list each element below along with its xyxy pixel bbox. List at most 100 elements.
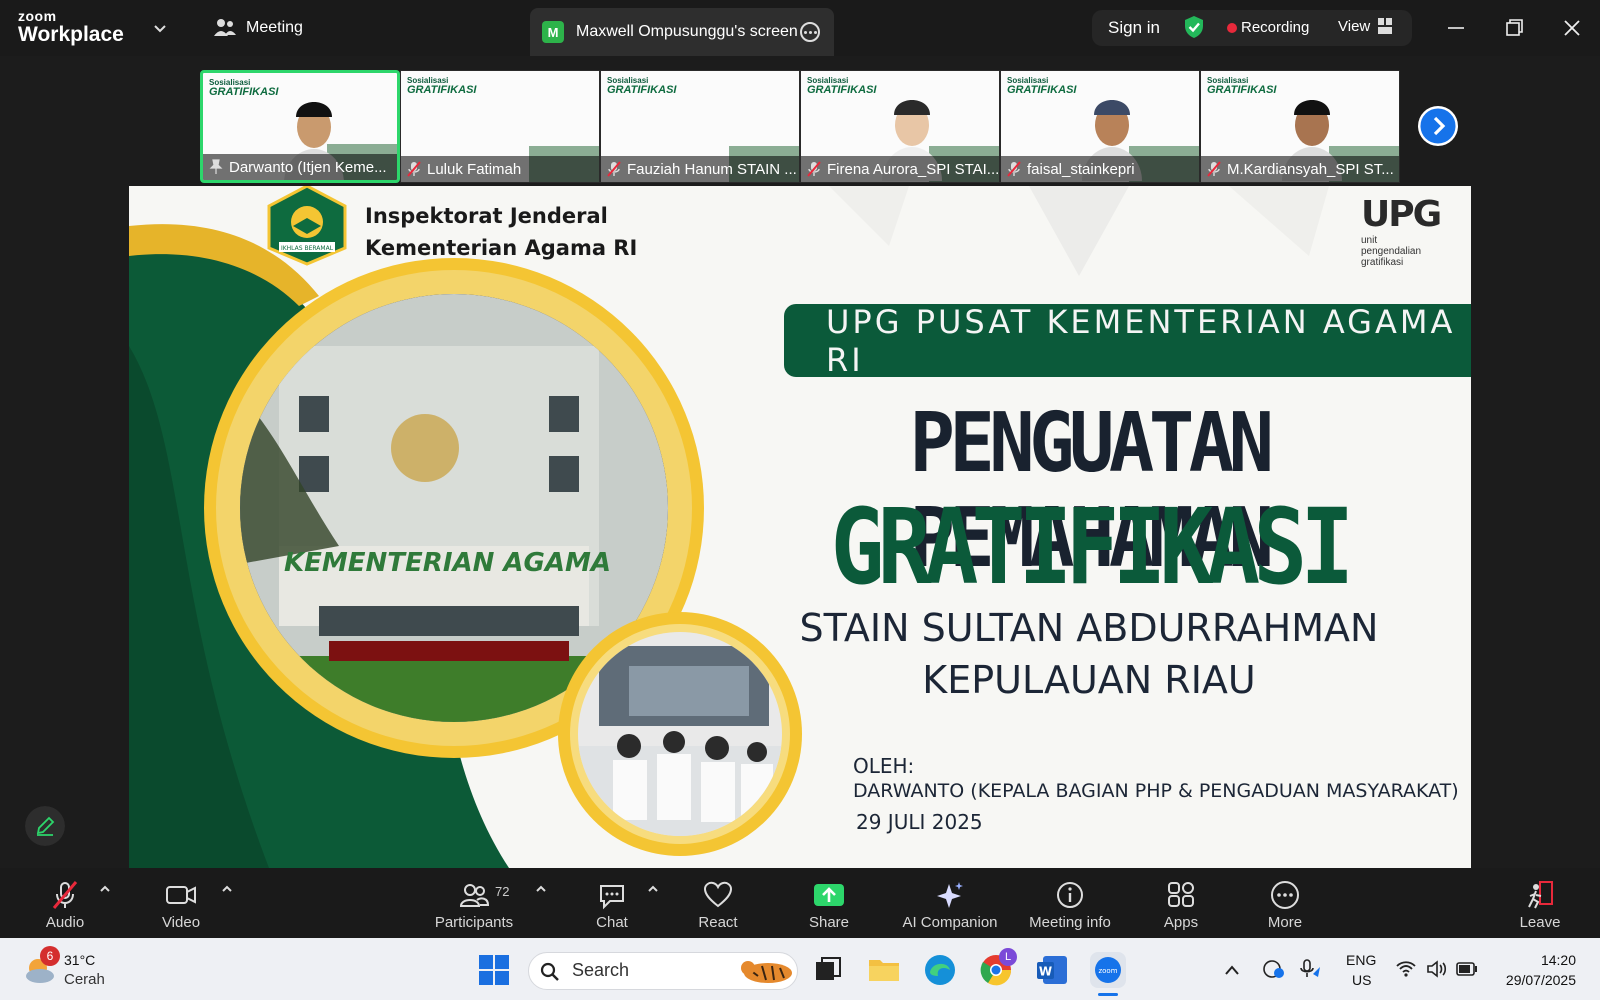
title-bar: zoom Workplace Meeting M Maxwell Ompusun… <box>0 0 1600 56</box>
chevron-down-icon[interactable] <box>152 20 168 36</box>
next-page-icon[interactable] <box>1418 106 1458 146</box>
chrome-profile-badge: L <box>999 948 1017 966</box>
windows-taskbar: 6 31°C Cerah Search L W zoom ENG US 14:2… <box>0 938 1600 1000</box>
info-icon <box>1057 882 1083 908</box>
participant-thumbnail[interactable]: Sosialisasi GRATIFIKASI M.Kardiansyah_SPI … <box>1200 70 1400 183</box>
meeting-info-button[interactable]: Meeting info <box>1024 868 1116 938</box>
upg-logo-line1: unit <box>1361 235 1378 246</box>
thumbnail-slide-title-big: GRATIFIKASI <box>407 84 477 96</box>
tab-meeting-label: Meeting <box>246 19 303 36</box>
apps-label: Apps <box>1163 914 1199 931</box>
participant-name-bar: M.Kardiansyah_SPI ST... <box>1201 156 1399 182</box>
video-camera-icon <box>166 886 196 904</box>
participant-thumbnail[interactable]: Sosialisasi GRATIFIKASI Fauziah Hanum STAI… <box>600 70 800 183</box>
apps-button[interactable]: Apps <box>1157 868 1205 938</box>
participant-name: Luluk Fatimah <box>427 160 522 178</box>
audio-options-chevron-icon[interactable] <box>98 882 112 896</box>
participant-thumbnail[interactable]: Sosialisasi GRATIFIKASI Luluk Fatimah <box>400 70 600 183</box>
participant-thumbnail[interactable]: Sosialisasi GRATIFIKASI Firena Aurora_SPI … <box>800 70 1000 183</box>
wifi-icon[interactable] <box>1396 960 1416 978</box>
audio-button[interactable]: Audio <box>40 868 90 938</box>
task-view-icon[interactable] <box>810 952 846 988</box>
more-button[interactable]: More <box>1260 868 1310 938</box>
share-screen-icon <box>814 884 844 906</box>
windows-start-icon[interactable] <box>478 954 510 986</box>
mic-muted-icon <box>407 161 421 177</box>
network-security-icon[interactable] <box>1262 958 1286 980</box>
org-name-line1: Inspektorat Jenderal <box>365 204 608 228</box>
participant-thumbnail[interactable]: Sosialisasi GRATIFIKASI faisal_stainkepri <box>1000 70 1200 183</box>
upg-logo: UPG unit pengendalian gratifikasi <box>1361 194 1442 268</box>
chat-button[interactable]: Chat <box>588 868 636 938</box>
shield-check-icon[interactable] <box>1184 15 1204 39</box>
participants-button[interactable]: Participants <box>432 868 516 938</box>
react-button[interactable]: React <box>694 868 742 938</box>
tab-meeting[interactable]: Meeting <box>214 18 303 38</box>
microphone-in-use-icon[interactable] <box>1298 958 1322 980</box>
more-dots-icon <box>1271 881 1299 909</box>
close-icon[interactable] <box>1558 14 1586 42</box>
leave-button[interactable]: Leave <box>1516 868 1564 938</box>
file-explorer-icon[interactable] <box>866 952 902 988</box>
battery-icon[interactable] <box>1456 962 1478 976</box>
tab-shared-screen-label: Maxwell Ompusunggu's screen <box>576 23 798 40</box>
heart-icon <box>703 881 733 908</box>
slide-subtitle-line1: STAIN SULTAN ABDURRAHMAN <box>799 606 1379 650</box>
thumbnail-slide-title-big: GRATIFIKASI <box>807 84 877 96</box>
input-language[interactable]: ENG <box>1346 952 1376 968</box>
participants-options-chevron-icon[interactable] <box>534 882 548 896</box>
participant-thumbnail[interactable]: Sosialisasi GRATIFIKASI Darwanto (Itjen Ke… <box>200 70 400 183</box>
participants-icon <box>459 884 489 907</box>
slide-title-line2: GRATIFIKASI <box>830 486 1355 608</box>
sparkle-icon <box>937 882 963 908</box>
recording-dot-icon <box>1227 23 1237 33</box>
slide-banner: UPG PUSAT KEMENTERIAN AGAMA RI <box>784 303 1471 379</box>
annotate-pencil-icon[interactable] <box>25 806 65 846</box>
video-options-chevron-icon[interactable] <box>220 882 234 896</box>
ai-companion-button[interactable]: AI Companion <box>898 868 1002 938</box>
share-label: Share <box>808 914 850 931</box>
view-button[interactable]: View <box>1338 18 1370 35</box>
thumbnail-slide-title: Sosialisasi GRATIFIKASI <box>1007 77 1076 96</box>
word-app-icon[interactable]: W <box>1034 952 1070 988</box>
grid-view-icon[interactable] <box>1378 18 1392 34</box>
ai-companion-label: AI Companion <box>902 914 998 931</box>
upg-logo-line2: pengendalian <box>1361 246 1422 257</box>
tray-overflow-chevron-icon[interactable] <box>1224 964 1240 976</box>
mic-muted-icon <box>1207 161 1221 177</box>
participant-name-bar: Fauziah Hanum STAIN ... <box>601 156 799 182</box>
restore-icon[interactable] <box>1500 14 1528 42</box>
chat-options-chevron-icon[interactable] <box>646 882 660 896</box>
sign-in-button[interactable]: Sign in <box>1108 18 1160 38</box>
share-button[interactable]: Share <box>803 868 855 938</box>
tab-shared-screen[interactable]: M Maxwell Ompusunggu's screen <box>530 8 834 56</box>
recording-indicator[interactable]: Recording <box>1241 19 1309 36</box>
edge-browser-icon[interactable] <box>922 952 958 988</box>
thumbnail-slide-title-big: GRATIFIKASI <box>1007 84 1077 96</box>
zoom-app-icon[interactable]: zoom <box>1090 952 1126 988</box>
input-region[interactable]: US <box>1352 972 1371 988</box>
brand-bottom: Workplace <box>18 23 124 46</box>
upg-logo-line3: gratifikasi <box>1361 257 1404 268</box>
brand-top: zoom <box>18 8 57 24</box>
weather-condition: Cerah <box>64 971 105 988</box>
taskbar-clock[interactable]: 14:20 <box>1496 952 1576 968</box>
pin-icon <box>209 159 223 174</box>
zoom-workplace-logo[interactable]: zoom Workplace <box>18 9 124 45</box>
participant-name: Firena Aurora_SPI STAI... <box>827 160 999 178</box>
svg-text:zoom: zoom <box>1098 967 1117 975</box>
participant-name-bar: Darwanto (Itjen Keme... <box>203 154 397 180</box>
presenter-name: DARWANTO (KEPALA BAGIAN PHP & PENGADUAN … <box>853 780 1459 802</box>
chat-bubble-icon <box>600 885 624 910</box>
mic-muted-icon <box>52 881 78 909</box>
more-options-icon[interactable] <box>800 22 820 42</box>
volume-icon[interactable] <box>1426 960 1448 978</box>
thumbnail-slide-title: Sosialisasi GRATIFIKASI <box>407 77 476 96</box>
video-button[interactable]: Video <box>155 868 207 938</box>
video-label: Video <box>161 914 201 931</box>
participant-name: Darwanto (Itjen Keme... <box>229 158 387 176</box>
taskbar-date[interactable]: 29/07/2025 <box>1476 972 1576 988</box>
minimize-icon[interactable] <box>1442 14 1470 42</box>
thumbnail-slide-title-big: GRATIFIKASI <box>209 86 279 98</box>
shared-screen-slide: KEMENTERIAN AGAMA IKHLAS BERAMAL Inspekt… <box>129 186 1471 868</box>
